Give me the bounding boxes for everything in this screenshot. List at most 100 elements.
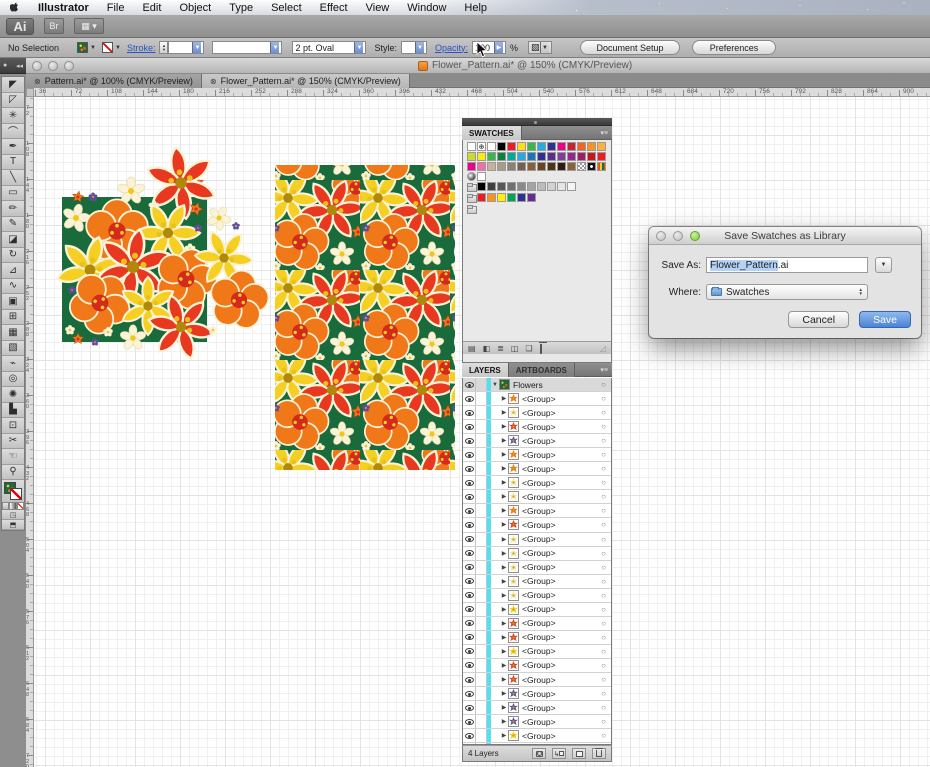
layer-target-icon[interactable]: ○ (601, 422, 606, 431)
menu-help[interactable]: Help (455, 2, 496, 14)
layer-name[interactable]: <Group> (522, 394, 556, 404)
layer-target-icon[interactable]: ○ (601, 478, 606, 487)
delete-swatch-icon[interactable] (540, 344, 542, 353)
layer-target-icon[interactable]: ○ (601, 464, 606, 473)
swatch[interactable] (557, 152, 566, 161)
swatch[interactable] (477, 193, 486, 202)
eraser-tool[interactable]: ◪ (2, 232, 24, 248)
expand-icon[interactable]: ▶ (500, 423, 508, 430)
expand-icon[interactable]: ▶ (500, 465, 508, 472)
color-button[interactable] (2, 502, 9, 510)
visibility-toggle[interactable] (463, 729, 476, 742)
layer-name[interactable]: Flowers (513, 380, 543, 390)
layer-name[interactable]: <Group> (522, 646, 556, 656)
layer-row-group[interactable]: ▶<Group>○ (463, 533, 611, 547)
document-tab[interactable]: ⊗Flower_Pattern.ai* @ 150% (CMYK/Preview… (202, 74, 410, 88)
bridge-icon[interactable]: Br (44, 18, 64, 34)
layer-thumbnail[interactable] (508, 660, 519, 671)
swatch[interactable] (487, 182, 496, 191)
blend-tool[interactable]: ◎ (2, 372, 24, 388)
menu-effect[interactable]: Effect (311, 2, 357, 14)
swatch[interactable] (557, 162, 566, 171)
expand-icon[interactable]: ▶ (500, 648, 508, 655)
layer-target-icon[interactable]: ○ (601, 380, 606, 389)
none-swatch[interactable] (467, 142, 476, 151)
pattern-swatch[interactable] (597, 162, 606, 171)
expand-icon[interactable]: ▶ (500, 578, 508, 585)
perspective-grid-tool[interactable]: ⊞ (2, 310, 24, 326)
lock-toggle[interactable] (476, 448, 487, 461)
layer-name[interactable]: <Group> (522, 604, 556, 614)
registration-swatch[interactable]: ⊕ (477, 142, 486, 151)
new-layer-button[interactable] (572, 748, 586, 759)
layer-thumbnail[interactable] (508, 702, 519, 713)
layer-name[interactable]: <Group> (522, 731, 556, 741)
layer-thumbnail[interactable] (508, 491, 519, 502)
layer-row-group[interactable]: ▶<Group>○ (463, 687, 611, 701)
screen-mode-button[interactable]: ⬒ (2, 520, 24, 530)
layer-row-group[interactable]: ▶<Group>○ (463, 561, 611, 575)
swatch[interactable] (517, 182, 526, 191)
lock-toggle[interactable] (476, 603, 487, 616)
swatch[interactable] (577, 142, 586, 151)
swatch[interactable] (567, 152, 576, 161)
swatch[interactable] (477, 182, 486, 191)
lasso-tool[interactable]: ⌒ (2, 124, 24, 140)
swatch[interactable] (527, 162, 536, 171)
visibility-toggle[interactable] (463, 462, 476, 475)
expand-icon[interactable]: ▶ (500, 592, 508, 599)
menu-illustrator[interactable]: Illustrator (29, 2, 98, 14)
lock-toggle[interactable] (476, 575, 487, 588)
color-group-folder-icon[interactable] (467, 204, 476, 213)
swatch[interactable] (507, 162, 516, 171)
swatch[interactable] (587, 142, 596, 151)
tools-panel-header[interactable]: ●◂◂ (0, 58, 26, 74)
hand-tool[interactable]: ☜ (2, 449, 24, 465)
lock-toggle[interactable] (476, 673, 487, 686)
mesh-tool[interactable]: ▦ (2, 325, 24, 341)
swatch[interactable] (477, 152, 486, 161)
swatch[interactable] (517, 193, 526, 202)
swatch[interactable] (547, 162, 556, 171)
lock-toggle[interactable] (476, 434, 487, 447)
lock-toggle[interactable] (476, 617, 487, 630)
color-group-folder-icon[interactable] (467, 182, 476, 191)
layer-thumbnail[interactable] (508, 463, 519, 474)
tab-artboards[interactable]: ARTBOARDS (509, 363, 575, 377)
zoom-window-button[interactable] (64, 61, 74, 71)
visibility-toggle[interactable] (463, 631, 476, 644)
layer-name[interactable]: <Group> (522, 632, 556, 642)
lock-toggle[interactable] (476, 378, 487, 391)
layer-row-group[interactable]: ▶<Group>○ (463, 406, 611, 420)
layer-target-icon[interactable]: ○ (601, 661, 606, 670)
layer-row-group[interactable]: ▶<Group>○ (463, 645, 611, 659)
layer-target-icon[interactable]: ○ (601, 563, 606, 572)
layer-thumbnail[interactable] (508, 393, 519, 404)
where-dropdown[interactable]: Swatches ▲▼ (706, 284, 868, 300)
document-setup-button[interactable]: Document Setup (580, 40, 680, 55)
lock-toggle[interactable] (476, 490, 487, 503)
layer-target-icon[interactable]: ○ (601, 703, 606, 712)
layer-name[interactable]: <Group> (522, 436, 556, 446)
swatch[interactable] (567, 182, 576, 191)
expand-icon[interactable]: ▶ (500, 690, 508, 697)
layer-target-icon[interactable]: ○ (601, 408, 606, 417)
visibility-toggle[interactable] (463, 434, 476, 447)
pattern-swatch[interactable] (577, 162, 586, 171)
visibility-toggle[interactable] (463, 547, 476, 560)
tab-swatches[interactable]: SWATCHES (462, 126, 522, 140)
width-profile-combo[interactable]: ▼ (212, 41, 282, 54)
layer-thumbnail[interactable] (508, 562, 519, 573)
layer-thumbnail[interactable] (508, 646, 519, 657)
swatch[interactable] (467, 152, 476, 161)
layer-thumbnail[interactable] (508, 421, 519, 432)
layer-name[interactable]: <Group> (522, 492, 556, 502)
menu-select[interactable]: Select (262, 2, 311, 14)
layer-name[interactable]: <Group> (522, 478, 556, 488)
layer-row-group[interactable]: ▶<Group>○ (463, 448, 611, 462)
swatch[interactable] (537, 142, 546, 151)
layer-thumbnail[interactable] (508, 632, 519, 643)
symbol-sprayer-tool[interactable]: ✺ (2, 387, 24, 403)
expand-icon[interactable]: ▶ (500, 521, 508, 528)
flower-pattern-swatch[interactable] (477, 172, 486, 181)
